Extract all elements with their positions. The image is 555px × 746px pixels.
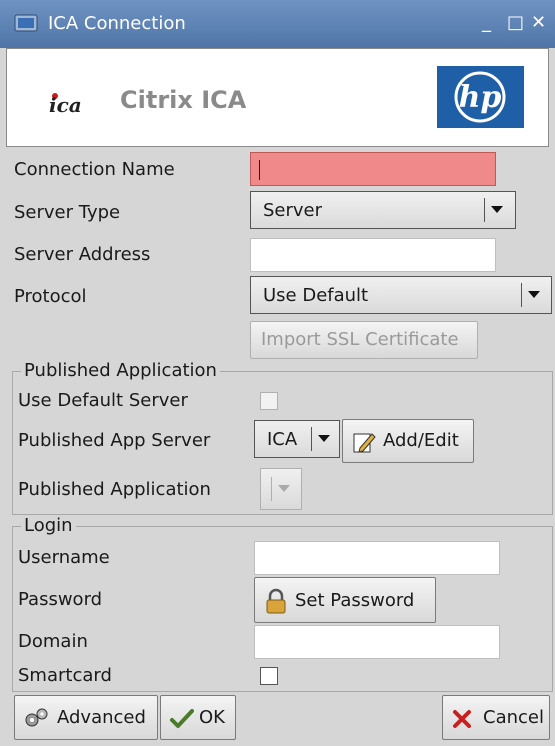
cancel-icon xyxy=(453,710,471,728)
add-edit-button[interactable]: Add/Edit xyxy=(342,419,474,463)
username-input[interactable] xyxy=(254,541,500,575)
published-application-label: Published Application xyxy=(18,479,211,500)
svg-text:hp: hp xyxy=(459,80,502,115)
ica-logo: ica xyxy=(49,93,82,117)
advanced-icon xyxy=(25,708,48,727)
smartcard-checkbox[interactable] xyxy=(260,667,278,685)
server-address-input[interactable] xyxy=(250,238,496,272)
published-app-server-value: ICA xyxy=(267,429,298,450)
set-password-button[interactable]: Set Password xyxy=(254,577,436,623)
protocol-value: Use Default xyxy=(263,285,369,306)
chevron-down-icon xyxy=(491,206,503,213)
domain-label: Domain xyxy=(18,631,88,652)
server-type-select[interactable]: Server xyxy=(250,191,516,229)
protocol-label: Protocol xyxy=(14,286,87,307)
published-application-group-title: Published Application xyxy=(21,360,220,381)
cancel-label: Cancel xyxy=(483,707,544,728)
import-ssl-certificate-button[interactable]: Import SSL Certificate xyxy=(250,321,478,359)
window-titlebar[interactable]: ICA Connection _ □ ✕ xyxy=(0,0,555,48)
chevron-down-icon xyxy=(528,291,540,298)
published-application-select[interactable] xyxy=(260,468,302,510)
app-icon xyxy=(14,14,38,32)
chevron-down-icon xyxy=(318,435,330,442)
ok-button[interactable]: OK xyxy=(160,695,236,740)
smartcard-label: Smartcard xyxy=(18,665,112,686)
use-default-server-label: Use Default Server xyxy=(18,390,188,411)
header-banner: ica Citrix ICA hp xyxy=(6,48,549,147)
protocol-select[interactable]: Use Default xyxy=(250,276,552,314)
close-button[interactable]: ✕ xyxy=(531,12,546,33)
window-title: ICA Connection xyxy=(48,13,186,34)
published-app-server-select[interactable]: ICA xyxy=(254,420,340,458)
brand-title: Citrix ICA xyxy=(120,86,247,114)
use-default-server-checkbox[interactable] xyxy=(260,392,278,410)
minimize-button[interactable]: _ xyxy=(482,12,491,33)
cancel-button[interactable]: Cancel xyxy=(442,695,550,740)
ok-icon xyxy=(170,709,194,728)
lock-icon xyxy=(266,588,286,614)
username-label: Username xyxy=(18,547,110,568)
import-ssl-certificate-label: Import SSL Certificate xyxy=(261,329,459,350)
set-password-label: Set Password xyxy=(295,590,415,611)
advanced-button[interactable]: Advanced xyxy=(14,695,158,740)
ok-label: OK xyxy=(199,707,225,728)
connection-name-input[interactable] xyxy=(250,152,496,186)
svg-text:ica: ica xyxy=(49,93,82,117)
login-group-title: Login xyxy=(21,515,76,536)
add-edit-label: Add/Edit xyxy=(383,430,459,451)
published-app-server-label: Published App Server xyxy=(18,430,211,451)
domain-input[interactable] xyxy=(254,625,500,659)
hp-logo: hp xyxy=(437,66,524,128)
chevron-down-icon xyxy=(278,485,290,492)
advanced-label: Advanced xyxy=(57,707,146,728)
server-type-value: Server xyxy=(263,200,323,221)
edit-icon xyxy=(353,433,376,453)
connection-name-label: Connection Name xyxy=(14,159,175,180)
maximize-button[interactable]: □ xyxy=(507,12,524,33)
password-label: Password xyxy=(18,589,103,610)
server-type-label: Server Type xyxy=(14,202,121,223)
server-address-label: Server Address xyxy=(14,244,151,265)
